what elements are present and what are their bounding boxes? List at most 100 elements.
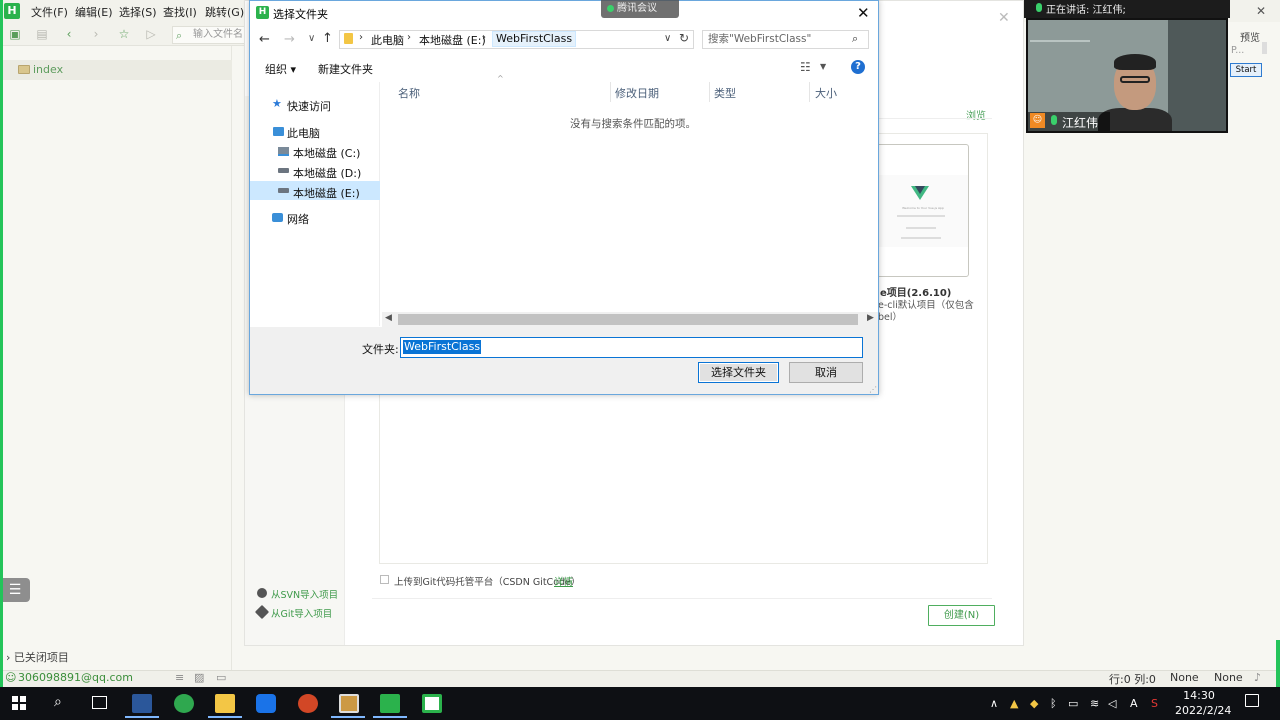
computer-icon bbox=[273, 127, 284, 136]
meeting-indicator[interactable]: 腾讯会议 bbox=[601, 0, 679, 18]
file-search-input[interactable]: ⌕ 输入文件名 bbox=[172, 26, 248, 44]
menu-file[interactable]: 文件(F) bbox=[31, 4, 68, 20]
ime-indicator[interactable]: A bbox=[1130, 697, 1138, 710]
nav-drive-e[interactable]: 本地磁盘 (E:) bbox=[293, 185, 360, 201]
column-name[interactable]: 名称 bbox=[398, 85, 420, 101]
nav-this-pc[interactable]: 此电脑 bbox=[287, 125, 320, 141]
chevron-down-icon[interactable]: ∨ bbox=[664, 33, 671, 44]
sidebar-menu-icon[interactable]: ☰ bbox=[0, 578, 30, 602]
close-icon[interactable]: ✕ bbox=[857, 4, 870, 22]
menu-edit[interactable]: 编辑(E) bbox=[75, 4, 113, 20]
scrollbar[interactable] bbox=[1262, 42, 1267, 54]
back-icon[interactable]: ‹ bbox=[62, 27, 76, 41]
search-icon[interactable]: ⌕ bbox=[852, 32, 858, 46]
column-modified[interactable]: 修改日期 bbox=[615, 85, 659, 101]
nav-drive-c[interactable]: 本地磁盘 (C:) bbox=[293, 145, 360, 161]
console-icon[interactable]: ▭ bbox=[216, 671, 226, 684]
menu-find[interactable]: 查找(I) bbox=[163, 4, 197, 20]
task-view-icon[interactable] bbox=[92, 696, 107, 709]
wifi-icon[interactable]: ≋ bbox=[1090, 697, 1099, 710]
save-icon[interactable]: ▤ bbox=[35, 27, 49, 41]
forward-arrow-icon[interactable]: → bbox=[284, 32, 295, 47]
hbuilder-taskbar-icon[interactable] bbox=[380, 694, 400, 713]
project-name[interactable]: index bbox=[33, 63, 63, 76]
help-icon[interactable]: ? bbox=[851, 60, 865, 74]
select-folder-button[interactable]: 选择文件夹 bbox=[698, 362, 779, 383]
close-icon[interactable]: ✕ bbox=[998, 10, 1010, 26]
image-viewer-icon[interactable] bbox=[339, 694, 359, 713]
chevron-down-icon[interactable]: ▼ bbox=[820, 62, 826, 71]
search-icon[interactable]: ⌕ bbox=[54, 694, 62, 710]
nav-quick-access[interactable]: 快速访问 bbox=[287, 98, 331, 114]
forward-icon[interactable]: › bbox=[89, 27, 103, 41]
camtasia-icon[interactable] bbox=[422, 694, 442, 713]
nav-drive-d[interactable]: 本地磁盘 (D:) bbox=[293, 165, 361, 181]
refresh-icon[interactable]: ↻ bbox=[679, 31, 689, 45]
bluetooth-icon[interactable]: ᛒ bbox=[1050, 697, 1057, 710]
cancel-button[interactable]: 取消 bbox=[789, 362, 863, 383]
upload-checkbox[interactable] bbox=[380, 575, 389, 584]
shield-icon[interactable]: ◆ bbox=[1030, 697, 1038, 710]
organize-button[interactable]: 组织 ▾ bbox=[265, 61, 296, 77]
sort-caret-icon: ^ bbox=[497, 74, 504, 83]
vue-template-card[interactable]: Welcome to Your Vue.js App bbox=[874, 144, 969, 277]
scroll-left-icon[interactable]: ◀ bbox=[385, 313, 392, 323]
image-icon[interactable]: ▨ bbox=[194, 671, 204, 684]
column-separator[interactable] bbox=[809, 82, 810, 102]
resize-grip-icon[interactable]: ⋰ bbox=[869, 385, 877, 394]
browse-link[interactable]: 浏览 bbox=[966, 107, 986, 122]
scroll-right-icon[interactable]: ▶ bbox=[867, 313, 874, 323]
battery-icon[interactable]: ▭ bbox=[1068, 697, 1078, 710]
close-icon[interactable]: ✕ bbox=[1256, 4, 1266, 18]
notification-icon[interactable] bbox=[1245, 694, 1259, 707]
meeting-app-icon[interactable] bbox=[256, 694, 276, 713]
windows-start-icon[interactable] bbox=[12, 696, 26, 710]
menu-select[interactable]: 选择(S) bbox=[119, 4, 157, 20]
clock-time[interactable]: 14:30 bbox=[1175, 689, 1223, 702]
file-explorer-icon[interactable] bbox=[215, 694, 235, 713]
bell-icon[interactable]: ♪ bbox=[1254, 671, 1261, 684]
import-svn-link[interactable]: 从SVN导入项目 bbox=[271, 587, 338, 601]
start-button[interactable]: Start bbox=[1230, 63, 1262, 77]
browser-icon[interactable] bbox=[174, 694, 194, 713]
back-arrow-icon[interactable]: ← bbox=[259, 32, 270, 47]
input-method-icon[interactable]: S bbox=[1151, 697, 1158, 710]
word-icon[interactable] bbox=[132, 694, 152, 713]
meeting-app-label: 腾讯会议 bbox=[617, 3, 657, 14]
detail-link[interactable]: 详情 bbox=[554, 574, 573, 588]
new-file-icon[interactable]: ▣ bbox=[8, 27, 22, 41]
preview-label[interactable]: 预览 bbox=[1240, 29, 1260, 44]
closed-projects-row[interactable]: › 已关闭项目 bbox=[0, 650, 232, 668]
chevron-right-icon: › bbox=[482, 32, 486, 43]
chevron-up-icon[interactable]: ∧ bbox=[990, 697, 998, 710]
powerpoint-icon[interactable] bbox=[298, 694, 318, 713]
folder-name-value[interactable]: WebFirstClass bbox=[403, 340, 482, 354]
scrollbar-thumb[interactable] bbox=[398, 314, 858, 325]
column-separator[interactable] bbox=[709, 82, 710, 102]
volume-icon[interactable]: ◁ bbox=[1108, 697, 1116, 710]
view-options-icon[interactable]: ☷ bbox=[800, 60, 811, 74]
syntax-status[interactable]: None bbox=[1214, 671, 1243, 684]
account-email[interactable]: 306098891@qq.com bbox=[18, 671, 133, 684]
breadcrumb-drive-e[interactable]: 本地磁盘 (E:) bbox=[419, 32, 486, 48]
folder-search-input[interactable]: 搜索"WebFirstClass" bbox=[702, 30, 869, 49]
new-folder-button[interactable]: 新建文件夹 bbox=[318, 61, 373, 77]
column-size[interactable]: 大小 bbox=[815, 85, 837, 101]
column-separator[interactable] bbox=[610, 82, 611, 102]
encoding-status[interactable]: None bbox=[1170, 671, 1199, 684]
list-icon[interactable]: ≡ bbox=[175, 671, 184, 684]
file-search-placeholder: 输入文件名 bbox=[193, 29, 243, 40]
tray-app-icon[interactable]: ▲ bbox=[1010, 697, 1018, 710]
breadcrumb-current[interactable]: WebFirstClass bbox=[492, 31, 577, 47]
run-icon[interactable]: ▷ bbox=[144, 27, 158, 41]
import-git-link[interactable]: 从Git导入项目 bbox=[271, 606, 332, 620]
menu-goto[interactable]: 跳转(G) bbox=[205, 4, 244, 20]
clock-date[interactable]: 2022/2/24 bbox=[1175, 704, 1231, 717]
column-type[interactable]: 类型 bbox=[714, 85, 736, 101]
bookmark-icon[interactable]: ☆ bbox=[117, 27, 131, 41]
breadcrumb-this-pc[interactable]: 此电脑 bbox=[371, 32, 404, 48]
recent-locations-icon[interactable]: ∨ bbox=[308, 33, 315, 44]
create-button[interactable]: 创建(N) bbox=[928, 605, 995, 626]
up-arrow-icon[interactable]: ↑ bbox=[322, 31, 333, 46]
nav-network[interactable]: 网络 bbox=[287, 211, 309, 227]
